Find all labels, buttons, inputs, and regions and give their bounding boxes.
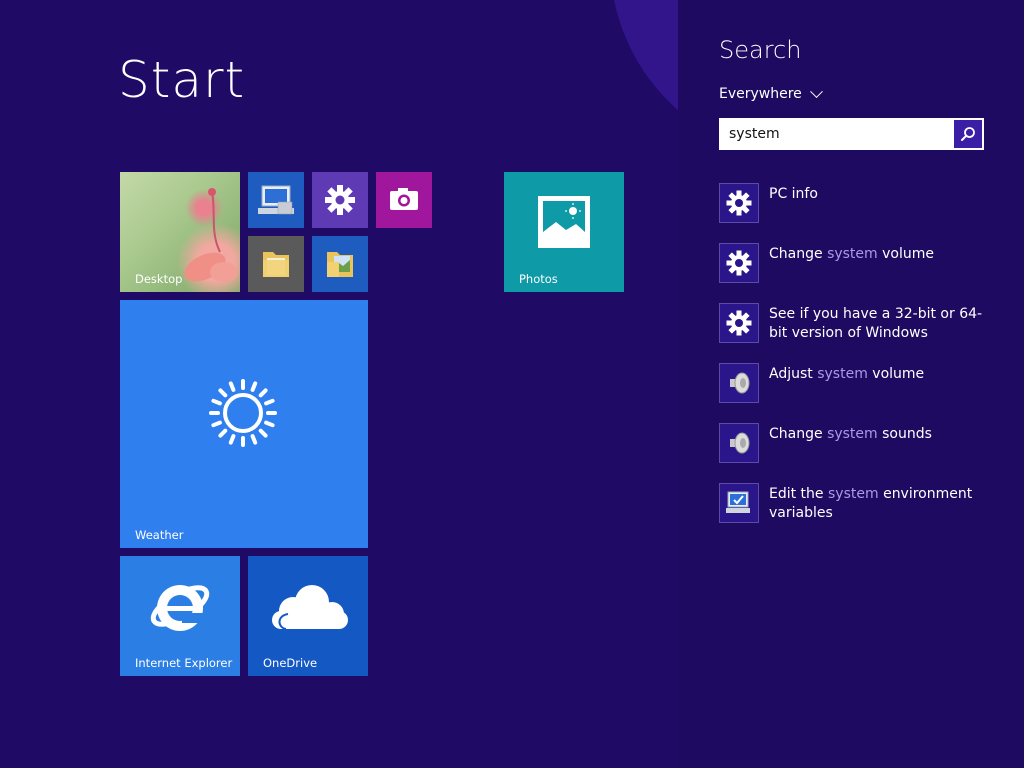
start-title: Start <box>118 51 246 109</box>
query-highlight: system <box>827 246 878 262</box>
tile-internet-explorer[interactable]: Internet Explorer <box>120 556 240 676</box>
search-result-item[interactable]: Change system sounds <box>719 423 999 463</box>
search-result-label: PC info <box>769 186 818 202</box>
search-scope-dropdown[interactable]: Everywhere <box>719 84 823 102</box>
tile-label: OneDrive <box>263 656 318 670</box>
gear-icon <box>325 185 355 215</box>
folder-icon <box>263 252 289 277</box>
search-result-label: Change system sounds <box>769 426 932 442</box>
tile-desktop[interactable]: Desktop <box>120 172 240 292</box>
tile-onedrive[interactable]: OneDrive <box>248 556 368 676</box>
search-result-label: Edit the system environment variables <box>769 486 973 521</box>
folder-pictures-icon <box>327 252 353 277</box>
computer-settings-icon <box>719 483 759 523</box>
tile-this-pc[interactable] <box>248 172 304 228</box>
search-result-item[interactable]: Change system volume <box>719 243 999 283</box>
search-result-item[interactable]: See if you have a 32-bit or 64-bit versi… <box>719 303 999 343</box>
tile-pc-settings[interactable] <box>312 172 368 228</box>
search-title: Search <box>719 36 802 64</box>
gear-icon <box>719 183 759 223</box>
tile-label: Weather <box>135 528 184 542</box>
tile-camera[interactable] <box>376 172 432 228</box>
tile-photos[interactable]: Photos <box>504 172 624 292</box>
gear-icon <box>719 243 759 283</box>
query-highlight: system <box>828 486 879 502</box>
search-input[interactable] <box>721 120 954 148</box>
camera-icon <box>390 188 418 210</box>
sun-icon <box>209 379 277 447</box>
query-highlight: system <box>827 426 878 442</box>
search-icon <box>961 127 975 141</box>
gear-icon <box>719 303 759 343</box>
chevron-down-icon <box>809 84 823 98</box>
tile-file-explorer[interactable] <box>248 236 304 292</box>
tile-weather[interactable]: Weather <box>120 300 368 548</box>
search-result-label: Adjust system volume <box>769 366 925 382</box>
search-scope-label: Everywhere <box>719 86 802 102</box>
start-screen: Start Desktop Photos Weather Internet Ex… <box>0 0 678 768</box>
search-result-label: Change system volume <box>769 246 935 262</box>
tile-label: Photos <box>519 272 558 286</box>
tile-label: Desktop <box>135 272 183 286</box>
search-result-item[interactable]: Adjust system volume <box>719 363 999 403</box>
search-pane: Search Everywhere PC info Change system v… <box>678 0 1024 768</box>
computer-icon <box>258 185 294 215</box>
background-arc <box>610 0 678 160</box>
tile-documents[interactable] <box>312 236 368 292</box>
speaker-icon <box>719 363 759 403</box>
search-box <box>719 118 984 150</box>
search-button[interactable] <box>954 120 982 148</box>
speaker-icon <box>719 423 759 463</box>
tile-label: Internet Explorer <box>135 656 233 670</box>
search-result-item[interactable]: Edit the system environment variables <box>719 483 999 523</box>
search-result-label: See if you have a 32-bit or 64-bit versi… <box>769 306 983 341</box>
query-highlight: system <box>817 366 868 382</box>
search-result-item[interactable]: PC info <box>719 183 999 223</box>
